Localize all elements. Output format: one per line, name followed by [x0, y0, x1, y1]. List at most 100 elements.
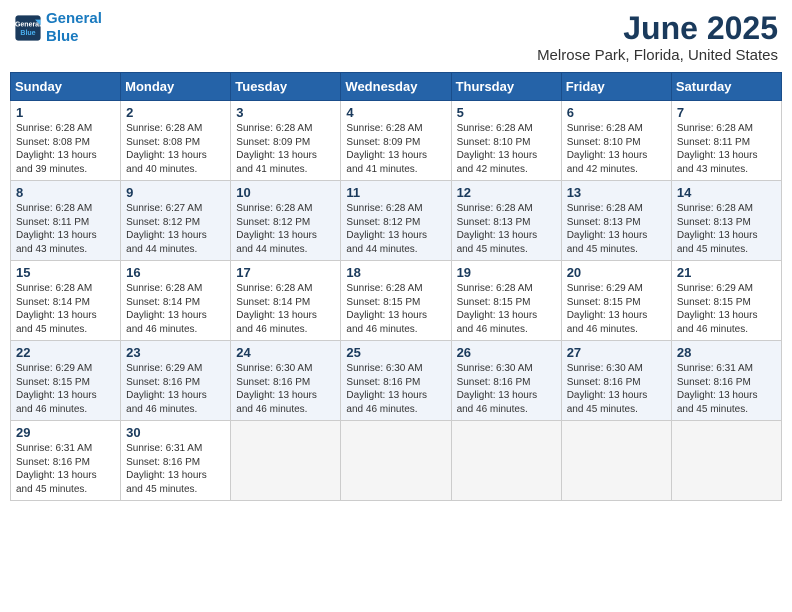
calendar-cell: 12 Sunrise: 6:28 AMSunset: 8:13 PMDayligh…	[451, 181, 561, 261]
calendar-cell: 22Sunrise: 6:29 AMSunset: 8:15 PMDayligh…	[11, 341, 121, 421]
day-number: 21	[677, 265, 776, 280]
calendar-week-row: 29 Sunrise: 6:31 AMSunset: 8:16 PMDayligh…	[11, 421, 782, 501]
day-info: Sunrise: 6:29 AMSunset: 8:16 PMDaylight:…	[126, 362, 225, 416]
day-number: 10	[236, 185, 335, 200]
day-info: Sunrise: 6:28 AMSunset: 8:10 PMDaylight:…	[457, 122, 556, 176]
day-number: 30	[126, 425, 225, 440]
day-info: Sunrise: 6:28 AMSunset: 8:08 PMDaylight:…	[126, 122, 225, 176]
calendar-cell	[231, 421, 341, 501]
day-number: 18	[346, 265, 445, 280]
calendar-cell: 4Sunrise: 6:28 AMSunset: 8:09 PMDaylight…	[341, 101, 451, 181]
calendar-cell: 16 Sunrise: 6:28 AMSunset: 8:14 PMDayligh…	[121, 261, 231, 341]
weekday-header-friday: Friday	[561, 73, 671, 101]
calendar-cell	[341, 421, 451, 501]
page-header: General Blue General Blue June 2025 Melr…	[10, 10, 782, 64]
day-info: Sunrise: 6:28 AMSunset: 8:11 PMDaylight:…	[677, 122, 776, 176]
day-info: Sunrise: 6:31 AMSunset: 8:16 PMDaylight:…	[16, 442, 115, 496]
calendar-week-row: 1 Sunrise: 6:28 AMSunset: 8:08 PMDaylight…	[11, 101, 782, 181]
calendar-cell: 14 Sunrise: 6:28 AMSunset: 8:13 PMDayligh…	[671, 181, 781, 261]
weekday-header-row: SundayMondayTuesdayWednesdayThursdayFrid…	[11, 73, 782, 101]
calendar-cell: 23 Sunrise: 6:29 AMSunset: 8:16 PMDayligh…	[121, 341, 231, 421]
calendar-cell: 28Sunrise: 6:31 AMSunset: 8:16 PMDayligh…	[671, 341, 781, 421]
day-info: Sunrise: 6:31 AMSunset: 8:16 PMDaylight:…	[677, 362, 776, 416]
day-info: Sunrise: 6:28 AMSunset: 8:13 PMDaylight:…	[677, 202, 776, 256]
calendar-table: SundayMondayTuesdayWednesdayThursdayFrid…	[10, 72, 782, 501]
calendar-cell: 21Sunrise: 6:29 AMSunset: 8:15 PMDayligh…	[671, 261, 781, 341]
calendar-cell	[671, 421, 781, 501]
weekday-header-monday: Monday	[121, 73, 231, 101]
calendar-cell: 13Sunrise: 6:28 AMSunset: 8:13 PMDayligh…	[561, 181, 671, 261]
day-info: Sunrise: 6:28 AMSunset: 8:15 PMDaylight:…	[457, 282, 556, 336]
page-title: June 2025	[537, 10, 778, 47]
day-number: 2	[126, 105, 225, 120]
day-number: 5	[457, 105, 556, 120]
day-info: Sunrise: 6:28 AMSunset: 8:09 PMDaylight:…	[346, 122, 445, 176]
logo: General Blue General Blue	[14, 10, 102, 46]
day-number: 16	[126, 265, 225, 280]
day-info: Sunrise: 6:28 AMSunset: 8:08 PMDaylight:…	[16, 122, 115, 176]
day-number: 20	[567, 265, 666, 280]
day-info: Sunrise: 6:28 AMSunset: 8:15 PMDaylight:…	[346, 282, 445, 336]
calendar-cell	[561, 421, 671, 501]
calendar-cell: 2 Sunrise: 6:28 AMSunset: 8:08 PMDaylight…	[121, 101, 231, 181]
day-info: Sunrise: 6:28 AMSunset: 8:12 PMDaylight:…	[346, 202, 445, 256]
day-info: Sunrise: 6:30 AMSunset: 8:16 PMDaylight:…	[457, 362, 556, 416]
svg-text:General: General	[15, 22, 41, 29]
day-number: 11	[346, 185, 445, 200]
svg-text:Blue: Blue	[20, 30, 35, 37]
weekday-header-sunday: Sunday	[11, 73, 121, 101]
title-block: June 2025 Melrose Park, Florida, United …	[537, 10, 778, 64]
day-info: Sunrise: 6:27 AMSunset: 8:12 PMDaylight:…	[126, 202, 225, 256]
day-number: 22	[16, 345, 115, 360]
day-number: 12	[457, 185, 556, 200]
day-info: Sunrise: 6:29 AMSunset: 8:15 PMDaylight:…	[567, 282, 666, 336]
day-info: Sunrise: 6:28 AMSunset: 8:13 PMDaylight:…	[457, 202, 556, 256]
weekday-header-tuesday: Tuesday	[231, 73, 341, 101]
calendar-cell: 7 Sunrise: 6:28 AMSunset: 8:11 PMDaylight…	[671, 101, 781, 181]
day-info: Sunrise: 6:28 AMSunset: 8:11 PMDaylight:…	[16, 202, 115, 256]
weekday-header-thursday: Thursday	[451, 73, 561, 101]
day-info: Sunrise: 6:28 AMSunset: 8:14 PMDaylight:…	[236, 282, 335, 336]
day-number: 9	[126, 185, 225, 200]
calendar-week-row: 8 Sunrise: 6:28 AMSunset: 8:11 PMDaylight…	[11, 181, 782, 261]
day-info: Sunrise: 6:28 AMSunset: 8:13 PMDaylight:…	[567, 202, 666, 256]
day-info: Sunrise: 6:28 AMSunset: 8:14 PMDaylight:…	[126, 282, 225, 336]
calendar-cell: 3 Sunrise: 6:28 AMSunset: 8:09 PMDaylight…	[231, 101, 341, 181]
day-number: 27	[567, 345, 666, 360]
day-info: Sunrise: 6:30 AMSunset: 8:16 PMDaylight:…	[567, 362, 666, 416]
calendar-cell: 29 Sunrise: 6:31 AMSunset: 8:16 PMDayligh…	[11, 421, 121, 501]
calendar-cell: 6Sunrise: 6:28 AMSunset: 8:10 PMDaylight…	[561, 101, 671, 181]
day-number: 7	[677, 105, 776, 120]
day-number: 14	[677, 185, 776, 200]
day-info: Sunrise: 6:30 AMSunset: 8:16 PMDaylight:…	[236, 362, 335, 416]
day-number: 23	[126, 345, 225, 360]
calendar-week-row: 15 Sunrise: 6:28 AMSunset: 8:14 PMDayligh…	[11, 261, 782, 341]
day-number: 15	[16, 265, 115, 280]
day-number: 1	[16, 105, 115, 120]
calendar-cell: 19 Sunrise: 6:28 AMSunset: 8:15 PMDayligh…	[451, 261, 561, 341]
calendar-cell	[451, 421, 561, 501]
day-info: Sunrise: 6:28 AMSunset: 8:14 PMDaylight:…	[16, 282, 115, 336]
calendar-cell: 9 Sunrise: 6:27 AMSunset: 8:12 PMDaylight…	[121, 181, 231, 261]
weekday-header-wednesday: Wednesday	[341, 73, 451, 101]
day-number: 6	[567, 105, 666, 120]
day-info: Sunrise: 6:31 AMSunset: 8:16 PMDaylight:…	[126, 442, 225, 496]
calendar-cell: 5 Sunrise: 6:28 AMSunset: 8:10 PMDaylight…	[451, 101, 561, 181]
calendar-cell: 17 Sunrise: 6:28 AMSunset: 8:14 PMDayligh…	[231, 261, 341, 341]
day-info: Sunrise: 6:30 AMSunset: 8:16 PMDaylight:…	[346, 362, 445, 416]
day-info: Sunrise: 6:28 AMSunset: 8:09 PMDaylight:…	[236, 122, 335, 176]
day-number: 3	[236, 105, 335, 120]
day-number: 29	[16, 425, 115, 440]
day-number: 17	[236, 265, 335, 280]
logo-text: General Blue	[46, 10, 102, 46]
calendar-cell: 11 Sunrise: 6:28 AMSunset: 8:12 PMDayligh…	[341, 181, 451, 261]
logo-icon: General Blue	[14, 14, 42, 42]
day-number: 19	[457, 265, 556, 280]
calendar-cell: 25Sunrise: 6:30 AMSunset: 8:16 PMDayligh…	[341, 341, 451, 421]
calendar-cell: 8 Sunrise: 6:28 AMSunset: 8:11 PMDaylight…	[11, 181, 121, 261]
day-number: 8	[16, 185, 115, 200]
calendar-week-row: 22Sunrise: 6:29 AMSunset: 8:15 PMDayligh…	[11, 341, 782, 421]
weekday-header-saturday: Saturday	[671, 73, 781, 101]
calendar-cell: 15 Sunrise: 6:28 AMSunset: 8:14 PMDayligh…	[11, 261, 121, 341]
calendar-cell: 10Sunrise: 6:28 AMSunset: 8:12 PMDayligh…	[231, 181, 341, 261]
